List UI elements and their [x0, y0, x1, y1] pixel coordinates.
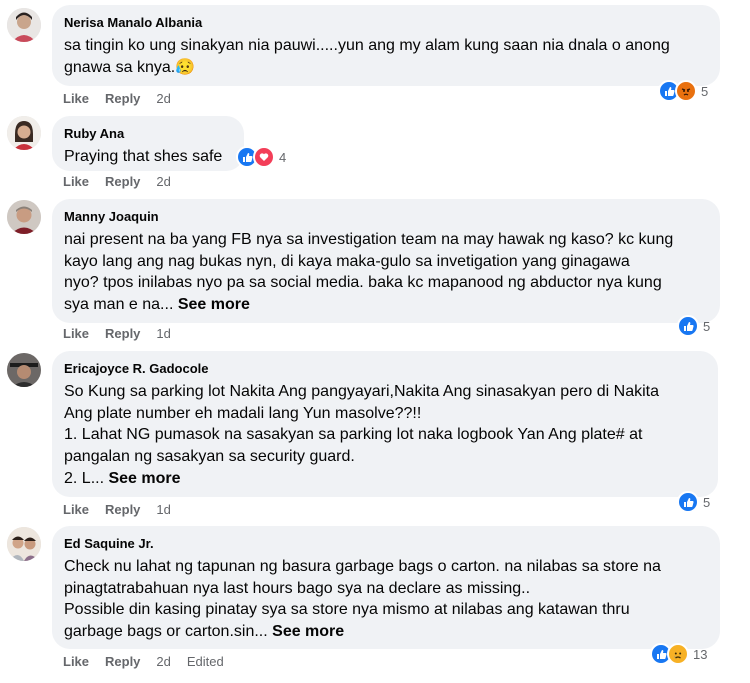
reaction-count: 4: [279, 149, 287, 165]
see-more-link[interactable]: See more: [272, 623, 344, 640]
angry-icon: [675, 80, 697, 102]
comment-line: Check nu lahat ng tapunan ng basura garb…: [64, 558, 661, 575]
reply-button[interactable]: Reply: [105, 654, 140, 669]
comment-bubble: Ericajoyce R. Gadocole So Kung sa parkin…: [52, 351, 718, 497]
comment-line: 1. Lahat NG pumasok na sasakyan sa parki…: [64, 426, 643, 444]
comment-author[interactable]: Ruby Ana: [64, 125, 232, 142]
reaction-summary[interactable]: 4: [236, 146, 286, 168]
comment-bubble: Manny Joaquin nai present na ba yang FB …: [52, 199, 720, 323]
comment-line-text: sya man e na...: [64, 296, 174, 314]
reaction-summary[interactable]: 5: [658, 80, 708, 102]
see-more-link[interactable]: See more: [108, 470, 180, 487]
comment-line: nai present na ba yang FB nya sa investi…: [64, 231, 674, 248]
reaction-summary[interactable]: 13: [650, 643, 707, 665]
comment-line: garbage bags or carton.sin... See more: [64, 621, 708, 643]
comment-bubble: Ruby Ana Praying that shes safe: [52, 116, 244, 171]
reaction-count: 5: [701, 83, 709, 99]
avatar[interactable]: [7, 116, 41, 150]
comment-actions: Like Reply 1d: [63, 326, 171, 341]
comment-text: Check nu lahat ng tapunan ng basura garb…: [64, 556, 708, 643]
like-button[interactable]: Like: [63, 326, 89, 341]
comment-timestamp[interactable]: 2d: [156, 91, 170, 106]
avatar[interactable]: [7, 353, 41, 387]
comment-author[interactable]: Nerisa Manalo Albania: [64, 14, 708, 31]
see-more-link[interactable]: See more: [178, 296, 250, 313]
comment-author[interactable]: Manny Joaquin: [64, 208, 708, 225]
comment-line: Possible din kasing pinatay sya sa store…: [64, 601, 630, 619]
comment-line-text: garbage bags or carton.sin...: [64, 623, 268, 641]
comment-actions: Like Reply 2d: [63, 174, 171, 189]
reply-button[interactable]: Reply: [105, 91, 140, 106]
comment-timestamp[interactable]: 2d: [156, 654, 170, 669]
comment-actions: Like Reply 2d: [63, 91, 171, 106]
comment-timestamp[interactable]: 1d: [156, 502, 170, 517]
like-button[interactable]: Like: [63, 502, 89, 517]
comment-line: kayo lang ang nag bukas nyn, di kaya mak…: [64, 252, 630, 270]
comment-line: Praying that shes safe: [64, 148, 223, 165]
like-button[interactable]: Like: [63, 91, 89, 106]
avatar[interactable]: [7, 200, 41, 234]
comment-text: nai present na ba yang FB nya sa investi…: [64, 229, 708, 316]
reply-button[interactable]: Reply: [105, 174, 140, 189]
like-button[interactable]: Like: [63, 174, 89, 189]
reaction-summary[interactable]: 5: [677, 491, 710, 513]
reaction-count: 5: [703, 494, 711, 510]
comment-actions: Like Reply 1d: [63, 502, 171, 517]
love-icon: [253, 146, 275, 168]
edited-label: Edited: [186, 654, 224, 669]
reaction-count: 13: [693, 646, 708, 662]
comment-actions: Like Reply 2d Edited: [63, 654, 224, 669]
comment-line: Ang plate number eh madali lang Yun maso…: [64, 404, 422, 422]
comment-text: sa tingin ko ung sinakyan nia pauwi.....…: [64, 35, 708, 78]
like-icon: [677, 315, 699, 337]
comment-line: nyo? tpos inilabas nyo pa sa social medi…: [64, 274, 662, 292]
comment-line: gnawa sa knya.😥: [64, 58, 196, 76]
comment-bubble: Nerisa Manalo Albania sa tingin ko ung s…: [52, 5, 720, 86]
comment-bubble: Ed Saquine Jr. Check nu lahat ng tapunan…: [52, 526, 720, 649]
comment-timestamp[interactable]: 2d: [156, 174, 170, 189]
comment-author[interactable]: Ericajoyce R. Gadocole: [64, 360, 706, 377]
avatar[interactable]: [7, 527, 41, 561]
comment-line: So Kung sa parking lot Nakita Ang pangya…: [64, 383, 660, 400]
like-button[interactable]: Like: [63, 654, 89, 669]
reaction-count: 5: [703, 318, 711, 334]
like-icon: [677, 491, 699, 513]
comment-text: Praying that shes safe: [64, 146, 232, 168]
reply-button[interactable]: Reply: [105, 502, 140, 517]
comment-line: 2. L... See more: [64, 468, 706, 490]
comment-line: sa tingin ko ung sinakyan nia pauwi.....…: [64, 37, 670, 54]
avatar[interactable]: [7, 8, 41, 42]
sad-icon: [667, 643, 689, 665]
reply-button[interactable]: Reply: [105, 326, 140, 341]
comment-author[interactable]: Ed Saquine Jr.: [64, 535, 708, 552]
reaction-summary[interactable]: 5: [677, 315, 710, 337]
comment-line: pangalan ng sasakyan sa security guard.: [64, 448, 355, 466]
comment-line: sya man e na... See more: [64, 294, 708, 316]
comment-line: pinagtatrabahuan nya last hours bago sya…: [64, 579, 531, 597]
comment-timestamp[interactable]: 1d: [156, 326, 170, 341]
comment-text: So Kung sa parking lot Nakita Ang pangya…: [64, 381, 706, 490]
comment-line-text: 2. L...: [64, 469, 105, 487]
